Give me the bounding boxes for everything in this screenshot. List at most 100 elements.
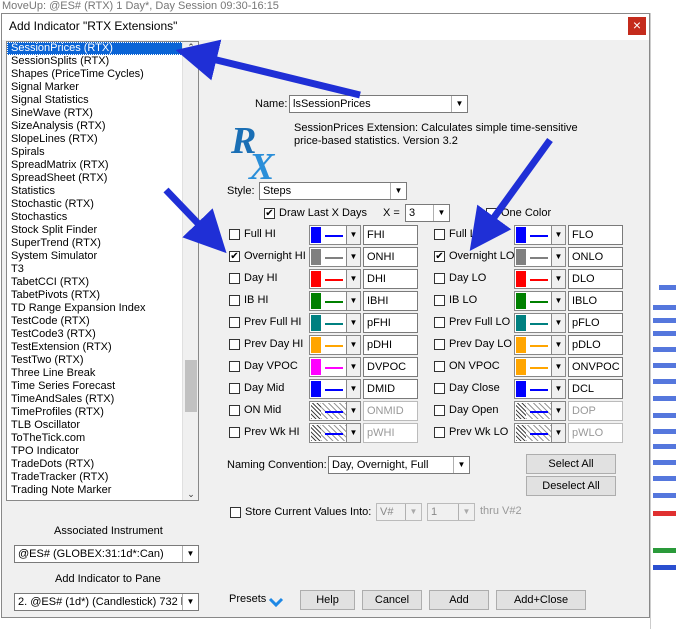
level-name-field[interactable]: ONLO [568,247,623,267]
chevron-down-icon[interactable]: ▼ [551,423,566,443]
level-name-field[interactable]: FHI [363,225,418,245]
add-close-button[interactable]: Add+Close [496,590,586,610]
chevron-down-icon[interactable]: ▼ [346,225,361,245]
level-checkbox[interactable] [229,295,240,306]
close-button[interactable]: × [628,17,646,35]
level-name-field[interactable]: ONHI [363,247,418,267]
draw-last-checkbox[interactable]: ✔ [264,208,275,219]
list-item[interactable]: SpreadSheet (RTX) [7,172,198,185]
list-item[interactable]: TradeDots (RTX) [7,458,198,471]
list-item[interactable]: SuperTrend (RTX) [7,237,198,250]
list-item[interactable]: SlopeLines (RTX) [7,133,198,146]
chevron-down-icon[interactable]: ▼ [346,401,361,421]
select-all-button[interactable]: Select All [526,454,616,474]
deselect-all-button[interactable]: Deselect All [526,476,616,496]
chevron-down-icon[interactable]: ▼ [551,291,566,311]
list-item[interactable]: Three Line Break [7,367,198,380]
chevron-down-icon[interactable]: ▼ [346,357,361,377]
color-swatch[interactable] [514,247,554,267]
level-checkbox[interactable] [229,383,240,394]
chevron-down-icon[interactable]: ▼ [182,594,198,610]
list-item[interactable]: TLB Oscillator [7,419,198,432]
color-swatch[interactable] [309,225,349,245]
indicator-listbox[interactable]: SessionPrices (RTX) SessionSplits (RTX) Sh… [6,41,199,501]
level-name-field[interactable]: pWLO [568,423,623,443]
list-item[interactable]: TestTwo (RTX) [7,354,198,367]
chevron-down-icon[interactable]: ▼ [551,335,566,355]
level-checkbox[interactable] [229,427,240,438]
chevron-down-icon[interactable]: ▼ [346,423,361,443]
level-checkbox[interactable] [229,317,240,328]
naming-convention-select[interactable]: Day, Overnight, Full ▼ [328,456,470,474]
list-item[interactable]: Signal Marker [7,81,198,94]
level-name-field[interactable]: IBHI [363,291,418,311]
list-item[interactable]: Spirals [7,146,198,159]
level-checkbox[interactable] [229,405,240,416]
color-swatch[interactable] [514,379,554,399]
chevron-down-icon[interactable]: ▼ [453,457,469,473]
list-item[interactable]: TestExtension (RTX) [7,341,198,354]
list-item[interactable]: Stochastics [7,211,198,224]
level-checkbox[interactable] [229,229,240,240]
level-checkbox[interactable] [434,383,445,394]
scroll-up-icon[interactable]: ⌃ [183,42,198,53]
level-name-field[interactable]: DVPOC [363,357,418,377]
list-item[interactable]: SessionPrices (RTX) [7,42,198,55]
chevron-down-icon[interactable]: ▼ [551,357,566,377]
list-item[interactable]: Signal Statistics [7,94,198,107]
list-item[interactable]: T3 [7,263,198,276]
level-name-field[interactable]: pDLO [568,335,623,355]
list-scrollbar[interactable]: ⌃ ⌄ [182,42,198,500]
add-button[interactable]: Add [429,590,489,610]
add-to-pane-select[interactable]: 2. @ES# (1d*) (Candlestick) 732 b ▼ [14,593,199,611]
chevron-down-icon[interactable]: ▼ [346,269,361,289]
store-variable-select[interactable]: V# ▼ [376,503,422,521]
level-checkbox[interactable]: ✔ [229,251,240,262]
level-name-field[interactable]: ONVPOC [568,357,623,377]
level-checkbox[interactable] [434,405,445,416]
level-name-field[interactable]: DMID [363,379,418,399]
color-swatch[interactable] [309,269,349,289]
list-item[interactable]: Trading Note Marker [7,484,198,497]
style-select[interactable]: Steps ▼ [259,182,407,200]
color-swatch[interactable] [309,401,349,421]
color-swatch[interactable] [514,401,554,421]
color-swatch[interactable] [514,225,554,245]
list-item[interactable]: TimeProfiles (RTX) [7,406,198,419]
color-swatch[interactable] [309,379,349,399]
list-item[interactable]: TestCode (RTX) [7,315,198,328]
level-name-field[interactable]: pWHI [363,423,418,443]
list-item[interactable]: TabetPivots (RTX) [7,289,198,302]
level-checkbox[interactable] [229,339,240,350]
list-item[interactable]: Time Series Forecast [7,380,198,393]
color-swatch[interactable] [514,291,554,311]
chevron-down-icon[interactable]: ▼ [551,269,566,289]
chevron-down-icon[interactable]: ▼ [433,205,449,221]
list-item[interactable]: ToTheTick.com [7,432,198,445]
chevron-down-icon[interactable]: ▼ [346,379,361,399]
list-item[interactable]: TPO Indicator [7,445,198,458]
level-checkbox[interactable] [434,427,445,438]
scroll-down-icon[interactable]: ⌄ [183,489,198,500]
color-swatch[interactable] [309,247,349,267]
color-swatch[interactable] [514,269,554,289]
level-checkbox[interactable] [229,273,240,284]
help-button[interactable]: Help [300,590,355,610]
list-item[interactable]: TD Range Expansion Index [7,302,198,315]
list-item[interactable]: System Simulator [7,250,198,263]
color-swatch[interactable] [514,313,554,333]
list-item[interactable]: Stochastic (RTX) [7,198,198,211]
chevron-down-icon[interactable]: ▼ [346,313,361,333]
level-checkbox[interactable] [434,317,445,328]
color-swatch[interactable] [309,291,349,311]
chevron-down-icon[interactable]: ▼ [551,401,566,421]
name-select[interactable]: lsSessionPrices ▼ [289,95,468,113]
level-name-field[interactable]: DOP [568,401,623,421]
chevron-down-icon[interactable]: ▼ [346,247,361,267]
color-swatch[interactable] [309,335,349,355]
level-checkbox[interactable] [434,273,445,284]
level-name-field[interactable]: DLO [568,269,623,289]
list-item[interactable]: TabetCCI (RTX) [7,276,198,289]
list-item[interactable]: Statistics [7,185,198,198]
list-item[interactable]: SineWave (RTX) [7,107,198,120]
